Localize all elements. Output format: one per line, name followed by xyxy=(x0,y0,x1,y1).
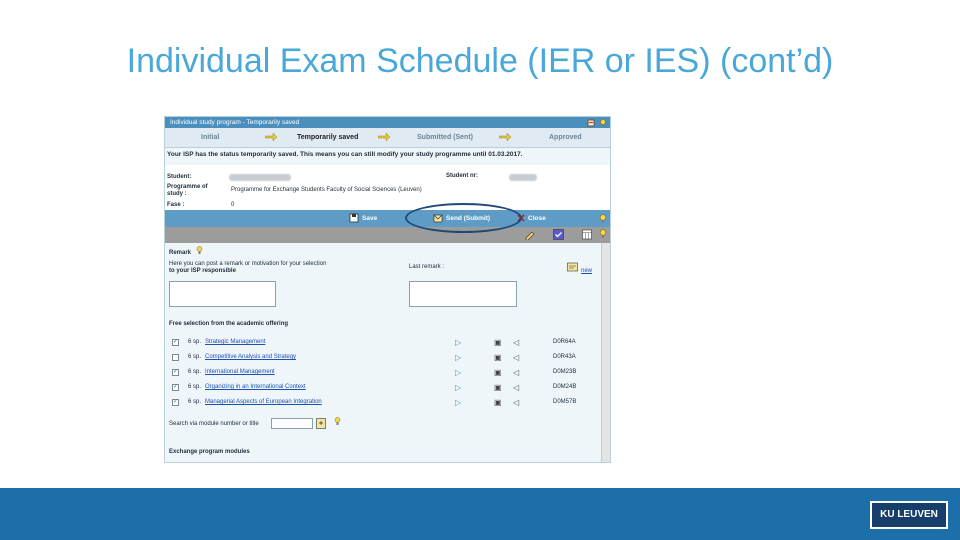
course-credits: 6 sp. xyxy=(188,384,202,390)
course-credits: 6 sp. xyxy=(188,399,202,405)
course-title[interactable]: International Management xyxy=(205,369,275,376)
schedule-icon[interactable]: ▣ xyxy=(494,368,502,377)
speaker-icon[interactable]: ◁ xyxy=(513,383,519,392)
arrow-right-icon xyxy=(378,133,390,141)
exchange-modules-heading: Exchange program modules xyxy=(169,449,250,455)
check-icon[interactable] xyxy=(553,229,564,240)
course-checkbox[interactable]: ✓ xyxy=(172,399,179,406)
programme-label: Programme of study : xyxy=(167,184,208,197)
course-credits: 6 sp. xyxy=(188,354,202,360)
course-checkbox[interactable]: ✓ xyxy=(172,384,179,391)
print-icon[interactable] xyxy=(587,119,595,127)
step-initial: Initial xyxy=(201,134,220,141)
isp-content: Remark Here you can post a remark or mot… xyxy=(165,243,601,462)
step-submitted: Submitted (Sent) xyxy=(417,134,473,141)
module-search-input[interactable] xyxy=(271,418,313,429)
help-bulb-icon[interactable] xyxy=(599,229,607,239)
arrow-right-icon xyxy=(265,133,277,141)
course-title[interactable]: Strategic Management xyxy=(205,339,265,346)
help-bulb-icon[interactable] xyxy=(599,119,607,127)
step-temporarily-saved: Temporarily saved xyxy=(297,134,359,141)
speaker-icon[interactable]: ◁ xyxy=(513,368,519,377)
info-icon[interactable]: ▷ xyxy=(455,353,461,362)
student-info: Student: Student nr: Programme of study … xyxy=(165,165,610,210)
ku-leuven-logo: KU LEUVEN xyxy=(870,501,948,529)
course-code: D0M23B xyxy=(553,369,577,375)
course-credits: 6 sp. xyxy=(188,369,202,375)
course-code: D0M24B xyxy=(553,384,577,390)
course-checkbox[interactable]: ✓ xyxy=(172,369,179,376)
course-row: ✓ 6 sp. Managerial Aspects of European I… xyxy=(165,397,601,411)
course-title[interactable]: Managerial Aspects of European Integrati… xyxy=(205,399,322,406)
help-bulb-icon[interactable] xyxy=(599,214,607,223)
new-remark-link[interactable]: new xyxy=(581,268,592,275)
search-icon[interactable] xyxy=(316,418,326,429)
last-remark-box xyxy=(409,281,517,307)
course-row: ✓ 6 sp. Organizing in an International C… xyxy=(165,382,601,396)
remark-prompt-line2: to your ISP responsible xyxy=(169,268,236,274)
remark-input[interactable] xyxy=(169,281,276,307)
last-remark-label: Last remark : xyxy=(409,264,445,270)
toolbar-grey xyxy=(165,227,610,243)
student-number-label: Student nr: xyxy=(446,173,478,179)
student-number-redacted xyxy=(509,174,537,181)
course-title[interactable]: Competitive Analysis and Strategy xyxy=(205,354,296,361)
vertical-scrollbar[interactable] xyxy=(601,243,610,462)
window-title-bar: Individual study program - Temporarily s… xyxy=(165,117,610,128)
step-approved: Approved xyxy=(549,134,582,141)
fase-value: 0 xyxy=(231,202,235,208)
status-steps: Initial Temporarily saved Submitted (Sen… xyxy=(165,128,610,148)
speaker-icon[interactable]: ◁ xyxy=(513,353,519,362)
course-credits: 6 sp. xyxy=(188,339,202,345)
schedule-icon[interactable]: ▣ xyxy=(494,353,502,362)
info-icon[interactable]: ▷ xyxy=(455,368,461,377)
help-bulb-icon[interactable] xyxy=(334,417,341,426)
remark-prompt-line1: Here you can post a remark or motivation… xyxy=(169,261,327,267)
footer-bar xyxy=(0,488,960,540)
help-bulb-icon[interactable] xyxy=(196,246,203,255)
save-button[interactable]: Save xyxy=(362,210,377,227)
save-icon xyxy=(349,213,359,223)
info-icon[interactable]: ▷ xyxy=(455,338,461,347)
free-selection-heading: Free selection from the academic offerin… xyxy=(169,321,289,327)
course-title[interactable]: Organizing in an International Context xyxy=(205,384,306,391)
isp-screenshot: Individual study program - Temporarily s… xyxy=(164,116,611,463)
schedule-icon[interactable]: ▣ xyxy=(494,398,502,407)
student-label: Student: xyxy=(167,174,192,180)
slide-title: Individual Exam Schedule (IER or IES) (c… xyxy=(126,42,834,80)
course-code: D0M57B xyxy=(553,399,577,405)
send-button-highlight xyxy=(405,203,522,233)
action-bar: Save Send (Submit) Close xyxy=(165,210,610,227)
speaker-icon[interactable]: ◁ xyxy=(513,338,519,347)
remark-heading: Remark xyxy=(169,250,192,256)
info-icon[interactable]: ▷ xyxy=(455,383,461,392)
schedule-icon[interactable]: ▣ xyxy=(494,338,502,347)
course-row: ✓ 6 sp. Strategic Management ▷ ▣ ◁ D0R64… xyxy=(165,337,601,351)
close-button[interactable]: Close xyxy=(528,210,546,227)
course-code: D0R64A xyxy=(553,339,576,345)
window-title: Individual study program - Temporarily s… xyxy=(170,119,300,126)
arrow-right-icon xyxy=(499,133,511,141)
fase-label: Fase : xyxy=(167,202,185,208)
edit-icon[interactable] xyxy=(525,229,536,240)
course-code: D0R43A xyxy=(553,354,576,360)
course-checkbox[interactable]: ✓ xyxy=(172,339,179,346)
course-row: 6 sp. Competitive Analysis and Strategy … xyxy=(165,352,601,366)
info-icon[interactable]: ▷ xyxy=(455,398,461,407)
schedule-icon[interactable]: ▣ xyxy=(494,383,502,392)
new-remark-icon[interactable] xyxy=(567,262,578,272)
course-checkbox[interactable] xyxy=(172,354,179,361)
search-label: Search via module number or title xyxy=(169,421,259,427)
speaker-icon[interactable]: ◁ xyxy=(513,398,519,407)
course-row: ✓ 6 sp. International Management ▷ ▣ ◁ D… xyxy=(165,367,601,381)
status-notice: Your ISP has the status temporarily save… xyxy=(167,151,523,158)
programme-value: Programme for Exchange Students Faculty … xyxy=(231,187,422,193)
calendar-icon[interactable] xyxy=(582,229,592,240)
student-name-redacted xyxy=(229,174,291,181)
